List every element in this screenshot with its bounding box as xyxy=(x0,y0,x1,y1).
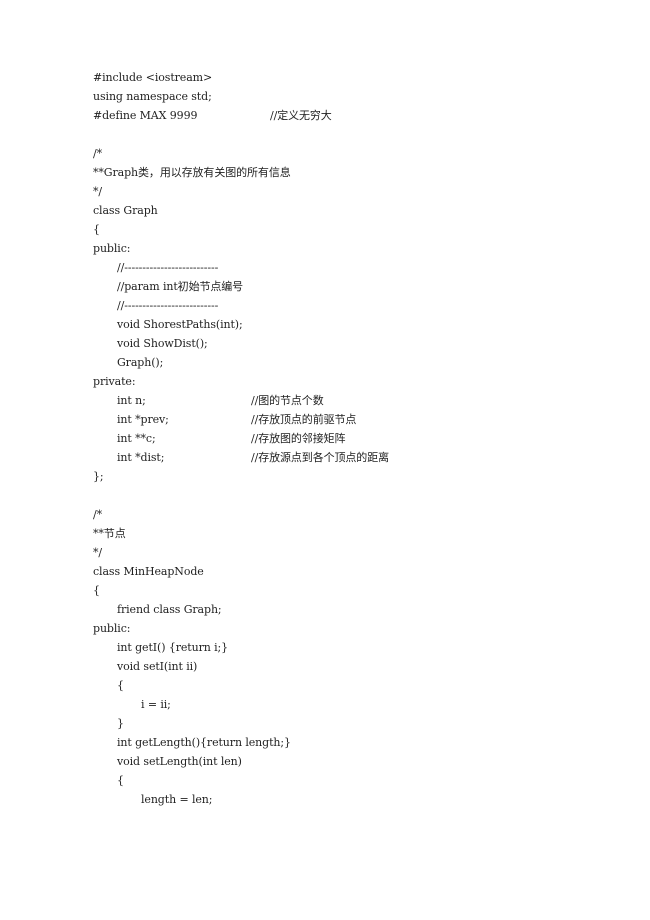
code-text: **节点 xyxy=(93,527,126,540)
code-line: void setI(int ii) xyxy=(93,657,291,676)
code-text: #include <iostream> xyxy=(93,71,213,84)
code-text: } xyxy=(117,717,124,730)
code-line: */ xyxy=(93,182,291,201)
code-line: i = ii; xyxy=(93,695,291,714)
code-text: #define MAX 9999 xyxy=(93,109,198,122)
code-text: */ xyxy=(93,546,103,559)
code-line: } xyxy=(93,714,291,733)
code-line: }; xyxy=(93,467,291,486)
code-text: int getLength(){return length;} xyxy=(117,736,291,749)
code-text: int *prev; xyxy=(117,413,169,426)
code-line: public: xyxy=(93,239,291,258)
code-line: */ xyxy=(93,543,291,562)
code-line: void setLength(int len) xyxy=(93,752,291,771)
code-line: int n; //图的节点个数 xyxy=(93,391,324,410)
code-line: void ShowDist(); xyxy=(93,334,291,353)
code-text: void setI(int ii) xyxy=(117,660,198,673)
code-text: **Graph类，用以存放有关图的所有信息 xyxy=(93,166,291,179)
code-text: int *dist; xyxy=(117,451,165,464)
code-text: void setLength(int len) xyxy=(117,755,242,768)
code-line: { xyxy=(93,581,291,600)
code-line: class Graph xyxy=(93,201,291,220)
code-line: public: xyxy=(93,619,291,638)
code-comment: //存放图的邻接矩阵 xyxy=(251,432,346,445)
code-line: //param int初始节点编号 xyxy=(93,277,291,296)
code-text: { xyxy=(117,679,124,692)
code-line: { xyxy=(93,771,291,790)
code-text: public: xyxy=(93,242,131,255)
code-line: friend class Graph; xyxy=(93,600,291,619)
code-text: //param int初始节点编号 xyxy=(117,280,244,293)
code-line: private: xyxy=(93,372,291,391)
code-text: /* xyxy=(93,508,103,521)
code-comment: //存放顶点的前驱节点 xyxy=(251,413,357,426)
code-text: friend class Graph; xyxy=(117,603,222,616)
code-text: class MinHeapNode xyxy=(93,565,204,578)
code-text: int n; xyxy=(117,394,146,407)
code-line: int getLength(){return length;} xyxy=(93,733,291,752)
code-text: //-------------------------- xyxy=(117,299,219,312)
code-text: //-------------------------- xyxy=(117,261,219,274)
code-line: //-------------------------- xyxy=(93,258,291,277)
code-text: void ShorestPaths(int); xyxy=(117,318,243,331)
code-line: **Graph类，用以存放有关图的所有信息 xyxy=(93,163,291,182)
code-line: **节点 xyxy=(93,524,291,543)
code-line-using: using namespace std; xyxy=(93,87,291,106)
code-text: }; xyxy=(93,470,104,483)
code-comment: //存放源点到各个顶点的距离 xyxy=(251,451,390,464)
code-line: int getI() {return i;} xyxy=(93,638,291,657)
code-text: i = ii; xyxy=(141,698,171,711)
code-line: { xyxy=(93,676,291,695)
code-line: int *prev; //存放顶点的前驱节点 xyxy=(93,410,356,429)
code-line: length = len; xyxy=(93,790,291,809)
code-text: { xyxy=(93,584,100,597)
code-line: //-------------------------- xyxy=(93,296,291,315)
code-text: /* xyxy=(93,147,103,160)
code-text: */ xyxy=(93,185,103,198)
code-text: int getI() {return i;} xyxy=(117,641,229,654)
code-line-include: #include <iostream> xyxy=(93,68,291,87)
code-line: int **c; //存放图的邻接矩阵 xyxy=(93,429,346,448)
code-text: Graph(); xyxy=(117,356,164,369)
code-text: { xyxy=(93,223,100,236)
code-line: int *dist; //存放源点到各个顶点的距离 xyxy=(93,448,389,467)
code-line: /* xyxy=(93,505,291,524)
code-text: { xyxy=(117,774,124,787)
document-page: #include <iostream> using namespace std;… xyxy=(0,0,650,920)
code-block: #include <iostream> using namespace std;… xyxy=(93,68,389,809)
code-comment: //定义无穷大 xyxy=(270,109,332,122)
code-comment: //图的节点个数 xyxy=(251,394,324,407)
code-line: /* xyxy=(93,144,291,163)
code-text: public: xyxy=(93,622,131,635)
code-text: length = len; xyxy=(141,793,213,806)
code-line: void ShorestPaths(int); xyxy=(93,315,291,334)
code-text: class Graph xyxy=(93,204,158,217)
code-text: int **c; xyxy=(117,432,156,445)
code-text: using namespace std; xyxy=(93,90,212,103)
code-line: { xyxy=(93,220,291,239)
code-text: void ShowDist(); xyxy=(117,337,208,350)
code-line: class MinHeapNode xyxy=(93,562,291,581)
code-line: Graph(); xyxy=(93,353,291,372)
code-text: private: xyxy=(93,375,136,388)
code-line-define: #define MAX 9999 //定义无穷大 xyxy=(93,106,332,125)
